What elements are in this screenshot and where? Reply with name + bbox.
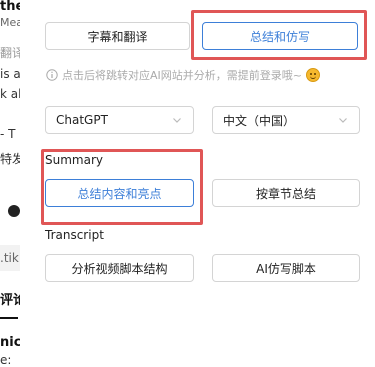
bg-text-line: 翻译 bbox=[0, 46, 20, 60]
bg-text-line: 特发 bbox=[0, 152, 20, 166]
button-label: AI仿写脚本 bbox=[256, 261, 316, 276]
bg-text-line: is a bbox=[0, 67, 21, 81]
chapter-summary-button[interactable]: 按章节总结 bbox=[212, 179, 360, 207]
language-value: 中文（中国） bbox=[223, 113, 296, 128]
tab-summary-rewrite[interactable]: 总结和仿写 bbox=[202, 22, 358, 50]
ai-service-select[interactable]: ChatGPT bbox=[45, 106, 194, 134]
tab-subtitles-translation[interactable]: 字幕和翻译 bbox=[45, 22, 190, 50]
button-label: 分析视频脚本结构 bbox=[71, 261, 168, 276]
summary-heading: Summary bbox=[45, 153, 103, 167]
button-label: 按章节总结 bbox=[255, 186, 316, 201]
tab-label: 字幕和翻译 bbox=[87, 29, 148, 44]
bg-text-line: e: bbox=[0, 353, 12, 367]
chevron-down-icon bbox=[173, 118, 181, 123]
ai-rewrite-script-button[interactable]: AI仿写脚本 bbox=[212, 254, 360, 282]
summarize-highlights-button[interactable]: 总结内容和亮点 bbox=[45, 179, 194, 207]
info-hint: 点击后将跳转对应AI网站并分析，需提前登录哦~ bbox=[46, 66, 375, 84]
analyze-script-structure-button[interactable]: 分析视频脚本结构 bbox=[45, 254, 194, 282]
bg-text-line: k al bbox=[0, 87, 21, 101]
button-label: 总结内容和亮点 bbox=[77, 186, 162, 201]
transcript-heading: Transcript bbox=[45, 228, 104, 242]
smile-emoji-icon bbox=[305, 68, 320, 82]
info-icon bbox=[46, 69, 58, 81]
info-text: 点击后将跳转对应AI网站并分析，需提前登录哦~ bbox=[62, 69, 302, 82]
bg-text-line: the bbox=[0, 0, 20, 14]
bg-close-dot-icon bbox=[8, 205, 20, 217]
bg-tab-underline bbox=[0, 317, 18, 319]
bg-text-line: Mea bbox=[0, 16, 21, 29]
language-select[interactable]: 中文（中国） bbox=[212, 106, 360, 134]
background-page: the Mea 翻译 is a k al - T 特发 .tik 评论 nic … bbox=[0, 0, 21, 367]
bg-text-line: - T bbox=[0, 127, 16, 141]
ai-service-value: ChatGPT bbox=[56, 113, 108, 127]
bg-text-line: 评论 bbox=[0, 293, 20, 308]
bg-text-line: nic bbox=[0, 335, 21, 350]
bg-text-line: .tik bbox=[0, 251, 19, 265]
chevron-down-icon bbox=[339, 118, 347, 123]
ai-panel: 字幕和翻译 总结和仿写 点击后将跳转对应AI网站并分析，需提前登录哦~ Chat… bbox=[20, 0, 375, 367]
tab-label: 总结和仿写 bbox=[249, 29, 310, 44]
